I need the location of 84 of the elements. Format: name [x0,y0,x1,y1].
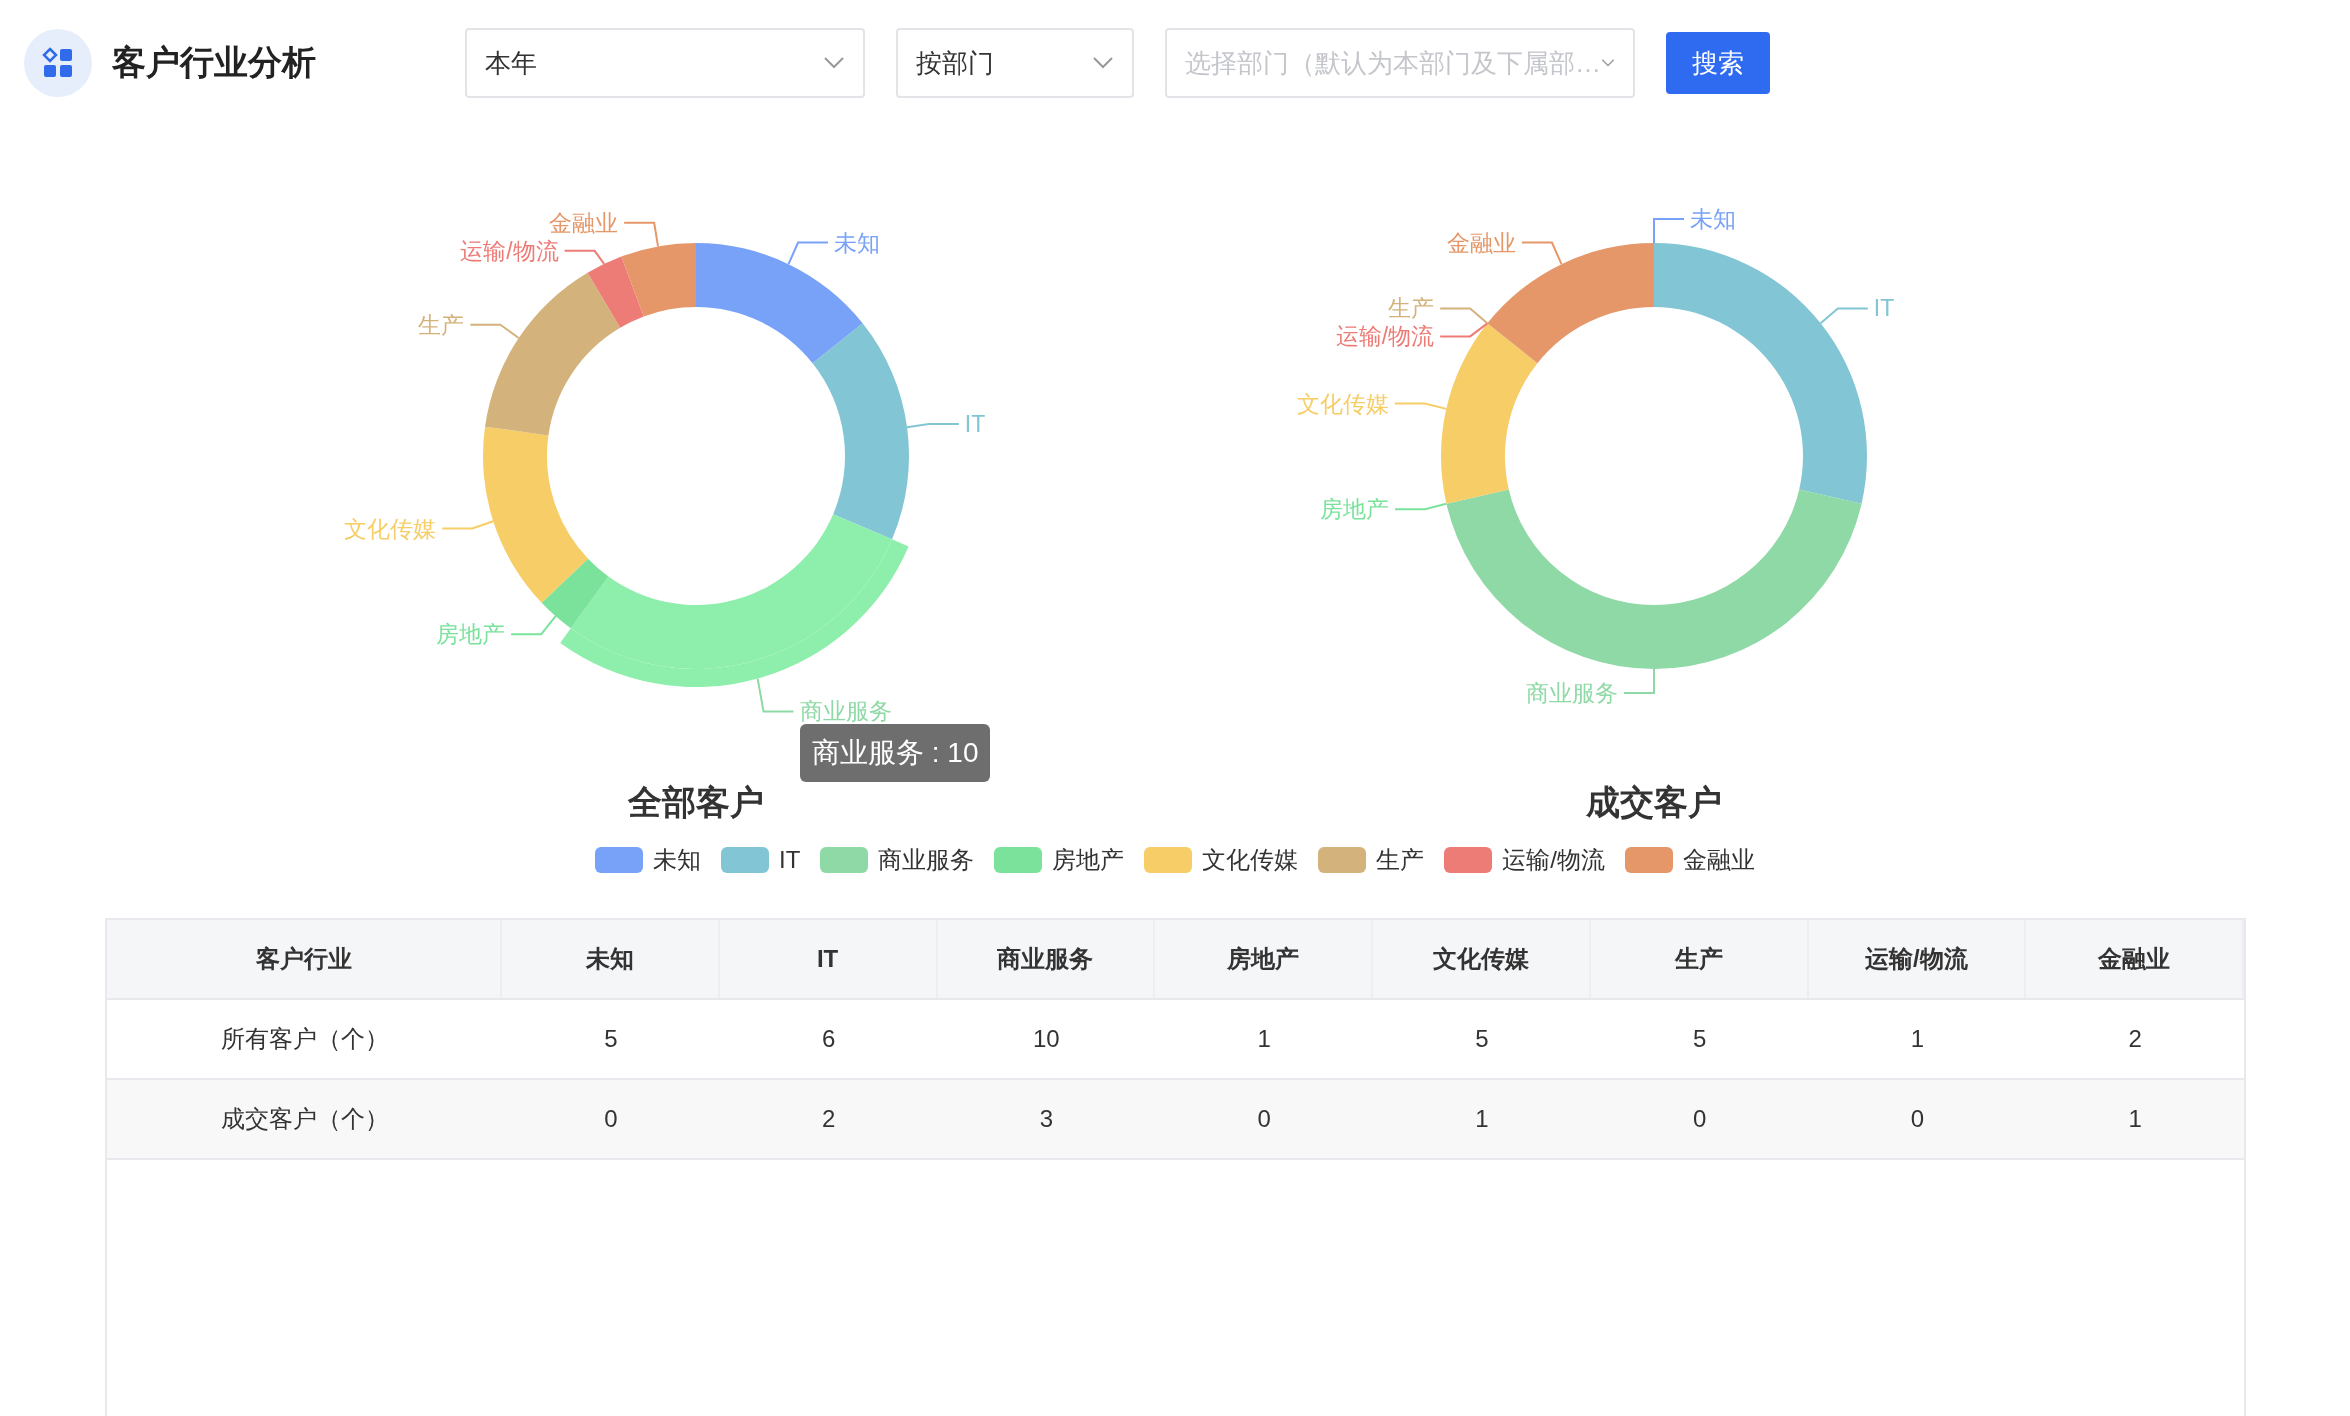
leader-line [1394,502,1448,511]
leader-line [787,241,830,266]
table-cell-text: 0 [1909,1104,1926,1134]
slice-label: 未知 [834,229,881,256]
leader-line [563,249,606,265]
column-header: 未知 [502,920,720,998]
legend-swatch[interactable] [1444,847,1493,873]
slice-label: 运输/物流 [1335,323,1435,350]
table-cell-text: 5 [603,1024,619,1054]
leader-line [1520,241,1563,266]
legend-swatch[interactable] [1625,847,1673,873]
legend-label[interactable]: 生产 [1376,844,1425,876]
column-header: 文化传媒 [1373,920,1591,998]
table-cell-text: 1 [2127,1104,2143,1134]
slice-label: IT [964,411,986,438]
legend-label[interactable]: 未知 [653,844,701,876]
column-header: 金融业 [2026,920,2244,998]
table-cell-text: 0 [603,1104,619,1134]
leader-line [906,423,960,429]
chart-title: 成交客户 [1586,782,1722,823]
table-cell-text: 5 [1474,1024,1490,1054]
slice-label: 房地产 [1320,496,1389,523]
legend-label[interactable]: 运输/物流 [1502,844,1605,876]
table-cell-text: 6 [820,1024,837,1054]
slice-label: 商业服务 [1526,680,1618,706]
legend-label[interactable]: 金融业 [1683,844,1755,876]
slice-label: 商业服务 [799,698,892,725]
slice-label: 未知 [1690,206,1736,232]
column-header: 房地产 [1155,920,1373,998]
legend-swatch[interactable] [721,847,769,873]
column-header: 商业服务 [937,920,1156,998]
table-cell-text: 3 [1038,1104,1055,1134]
leader-line [469,323,520,339]
leader-line [1393,402,1448,410]
slice-label: 生产 [418,311,465,338]
legend-label[interactable]: IT [779,846,801,874]
slice-label: 金融业 [1446,229,1516,256]
slice-label: 运输/物流 [460,237,559,264]
legend-label[interactable]: 商业服务 [878,844,975,876]
chart-tooltip: 商业服务 : 10 [800,724,991,782]
chevron-down-icon [1092,56,1114,70]
legend-swatch[interactable] [1144,847,1193,873]
table-cell-text: 1 [1474,1104,1490,1134]
slice-label: IT [1873,295,1895,322]
dropdown-select[interactable]: 按部门 [896,28,1134,98]
leader-line [756,677,795,713]
slice-label: 金融业 [549,209,619,236]
table-cell-text: 1 [1256,1024,1272,1054]
table-cell-text: 10 [1032,1024,1061,1054]
page-title: 客户行业分析 [112,42,317,83]
legend-label[interactable]: 房地产 [1052,844,1125,876]
legend-label[interactable]: 文化传媒 [1202,844,1299,876]
table-cell-text: 0 [1256,1104,1272,1134]
slice-label: 房地产 [436,621,506,648]
table-cell-text: 所有客户（个） [219,1024,390,1054]
leader-line [441,520,495,530]
slice-label: 文化传媒 [344,515,437,542]
table-cell-text: 5 [1691,1024,1708,1054]
column-header: 运输/物流 [1808,920,2027,998]
dropdown-select[interactable]: 本年 [465,28,865,98]
chart-title: 全部客户 [628,782,764,823]
leader-line [510,615,557,636]
slice-label: 生产 [1388,295,1435,322]
column-header: IT [719,920,938,998]
leader-line [1653,218,1685,244]
column-header: 客户行业 [107,920,502,998]
table-cell-text: 成交客户（个） [219,1104,390,1134]
chevron-down-icon [823,56,845,70]
table-cell-text: 2 [2127,1024,2143,1054]
leader-line [1439,307,1489,325]
slice-label: 文化传媒 [1296,390,1389,417]
leader-line [1623,668,1655,694]
table-cell-text: 1 [1909,1024,1926,1054]
legend-swatch[interactable] [595,847,643,873]
table-cell-text: 2 [820,1104,837,1134]
column-header: 生产 [1590,920,1809,998]
legend-swatch[interactable] [1318,847,1367,873]
legend-swatch[interactable] [994,847,1043,873]
leader-line [1439,322,1489,338]
leader-line [623,221,660,248]
leader-line [1819,307,1869,325]
table-cell-text: 0 [1691,1104,1708,1134]
search-button[interactable]: 搜索 [1666,32,1770,94]
legend-swatch[interactable] [820,847,869,873]
